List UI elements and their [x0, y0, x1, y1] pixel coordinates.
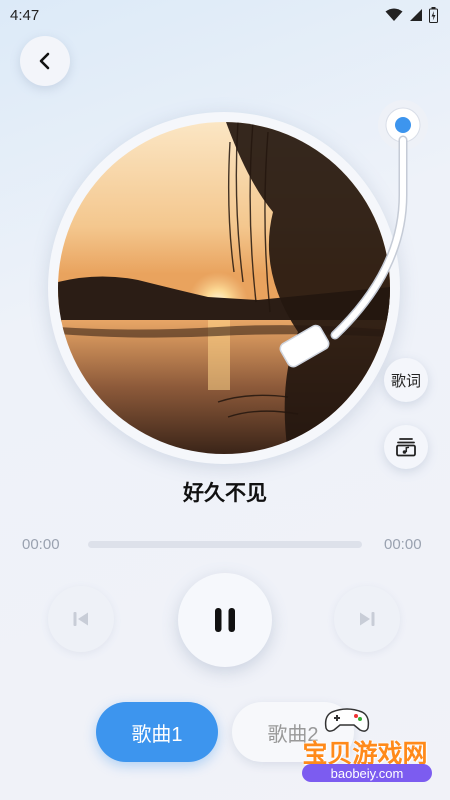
pause-icon — [215, 608, 235, 632]
play-pause-button[interactable] — [178, 573, 272, 667]
tonearm — [279, 100, 428, 368]
current-time: 00:00 — [22, 536, 60, 553]
tab-song-1[interactable]: 歌曲1 — [96, 702, 218, 762]
status-bar: 4:47 — [0, 0, 450, 30]
wifi-icon — [385, 8, 403, 21]
lyrics-label: 歌词 — [390, 372, 421, 390]
lyrics-button[interactable]: 歌词 — [384, 358, 428, 402]
playlist-button[interactable] — [384, 425, 428, 469]
battery-icon — [429, 7, 438, 23]
watermark-logo: 宝贝游戏网 baobeiy.com — [272, 704, 450, 800]
previous-button[interactable] — [48, 586, 114, 652]
status-time: 4:47 — [10, 6, 40, 24]
total-time: 00:00 — [384, 536, 422, 553]
back-button[interactable] — [20, 36, 70, 86]
status-icons — [385, 7, 438, 23]
back-arrow-icon — [39, 52, 50, 70]
next-icon — [360, 612, 375, 626]
gamepad-icon — [324, 708, 370, 732]
song-title: 好久不见 — [183, 482, 267, 505]
watermark-url: baobeiy.com — [302, 764, 432, 782]
signal-icon — [410, 9, 422, 21]
playlist-icon — [396, 438, 416, 457]
prev-icon — [73, 612, 88, 626]
progress-slider[interactable] — [88, 541, 362, 548]
next-button[interactable] — [334, 586, 400, 652]
